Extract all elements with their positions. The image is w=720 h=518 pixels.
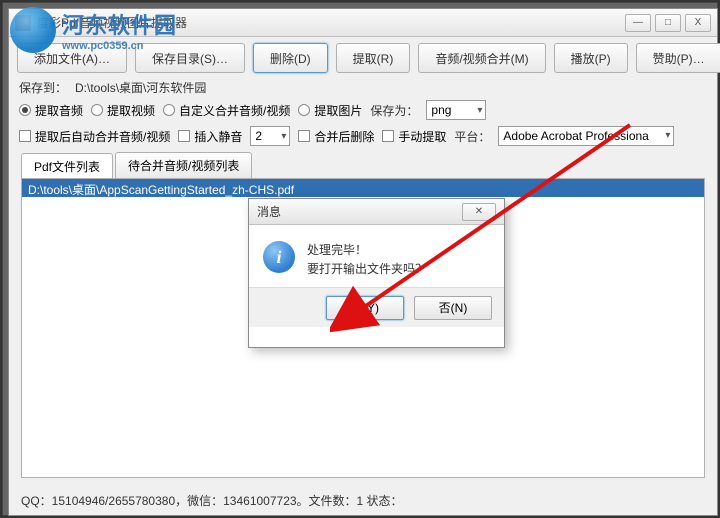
window-title: 度彩Pdf音频视频图片提取器 [37,14,625,31]
extract-button[interactable]: 提取(R) [336,43,411,73]
radio-extract-video[interactable]: 提取视频 [91,102,155,119]
save-as-label: 保存为： [370,102,418,119]
options-row-1: 保存到： D:\tools\桌面\河东软件园 [9,75,717,100]
save-dir-button[interactable]: 保存目录(S)… [135,43,245,73]
tab-pdf-list[interactable]: Pdf文件列表 [21,153,113,179]
status-bar: QQ：15104946/2655780380，微信：13461007723。文件… [21,492,705,509]
dialog-close-button[interactable]: ✕ [462,203,496,221]
chk-manual-extract[interactable]: 手动提取 [382,128,446,145]
play-button[interactable]: 播放(P) [554,43,628,73]
options-row-radios: 提取音频 提取视频 自定义合并音频/视频 提取图片 保存为： png [9,100,717,124]
radio-extract-audio[interactable]: 提取音频 [19,102,83,119]
dialog-title: 消息 [257,203,462,220]
platform-label: 平台： [454,128,490,145]
dialog-titlebar: 消息 ✕ [249,199,504,225]
save-to-path: D:\tools\桌面\河东软件园 [75,79,206,96]
titlebar: 度彩Pdf音频视频图片提取器 — □ X [9,9,717,37]
add-file-button[interactable]: 添加文件(A)… [17,43,127,73]
chk-insert-silence[interactable]: 插入静音 [178,128,242,145]
dialog-no-button[interactable]: 否(N) [414,296,492,320]
options-row-2: 提取后自动合并音频/视频 插入静音 2 合并后删除 手动提取 平台： Adobe… [9,124,717,152]
sponsor-button[interactable]: 赞助(P)… [636,43,720,73]
delete-button[interactable]: 删除(D) [253,43,328,73]
chk-auto-merge[interactable]: 提取后自动合并音频/视频 [19,128,170,145]
dialog-yes-button[interactable]: 是(Y) [326,296,404,320]
dialog-line1: 处理完毕！ [307,241,427,260]
chk-delete-after[interactable]: 合并后删除 [298,128,374,145]
radio-custom-merge[interactable]: 自定义合并音频/视频 [163,102,290,119]
save-as-select[interactable]: png [426,100,486,120]
message-dialog: 消息 ✕ i 处理完毕！ 要打开输出文件夹吗？ 是(Y) 否(N) [248,198,505,348]
list-item[interactable]: D:\tools\桌面\AppScanGettingStarted_zh-CHS… [22,179,704,197]
tabbar: Pdf文件列表 待合并音频/视频列表 [9,152,717,178]
info-icon: i [263,241,295,273]
platform-select[interactable]: Adobe Acrobat Professiona [498,126,674,146]
app-icon [15,15,31,31]
radio-extract-image[interactable]: 提取图片 [298,102,362,119]
toolbar: 添加文件(A)… 保存目录(S)… 删除(D) 提取(R) 音频/视频合并(M)… [9,37,717,75]
minimize-button[interactable]: — [625,14,651,32]
maximize-button[interactable]: □ [655,14,681,32]
dialog-line2: 要打开输出文件夹吗？ [307,260,427,279]
save-to-label: 保存到： [19,79,67,96]
dialog-text: 处理完毕！ 要打开输出文件夹吗？ [307,241,427,279]
silence-seconds-select[interactable]: 2 [250,126,290,146]
tab-merge-list[interactable]: 待合并音频/视频列表 [115,152,252,178]
av-merge-button[interactable]: 音频/视频合并(M) [418,43,545,73]
close-button[interactable]: X [685,14,711,32]
